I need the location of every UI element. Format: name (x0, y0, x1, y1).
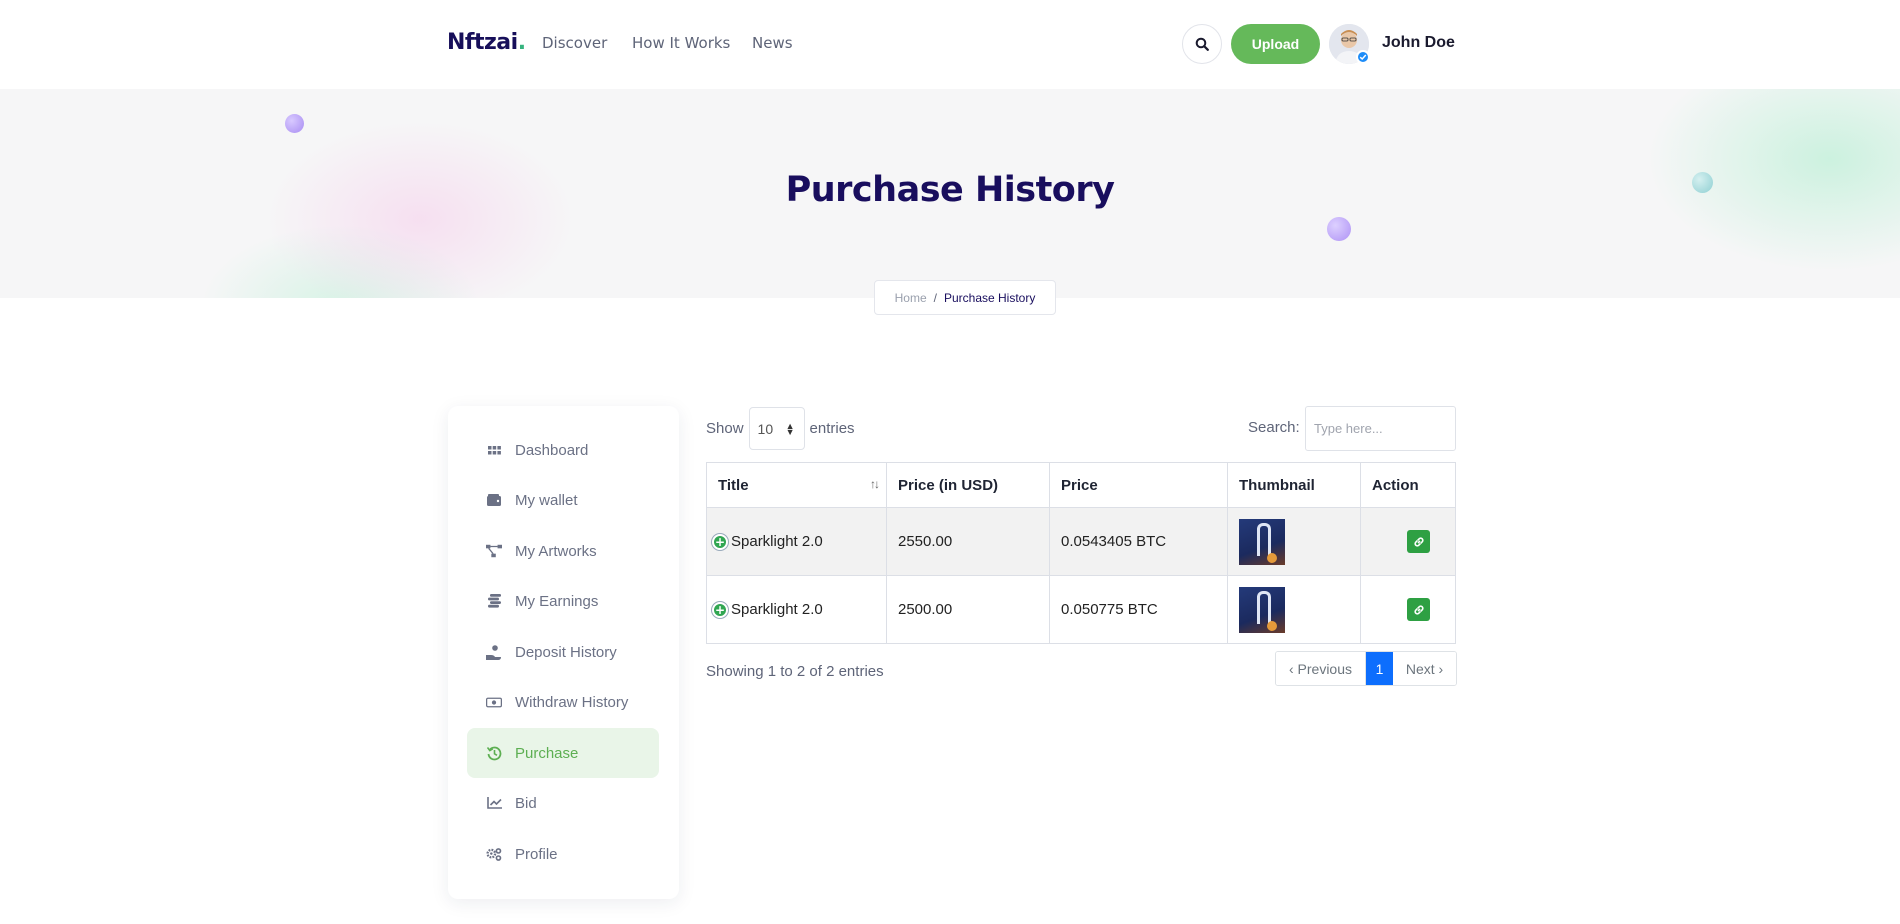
search-button[interactable] (1182, 24, 1222, 64)
cell-title: + Sparklight 2.0 (706, 507, 887, 576)
breadcrumb: Home / Purchase History (874, 280, 1056, 315)
breadcrumb-home-link[interactable]: Home (895, 291, 927, 305)
entries-select[interactable]: 10 ▲ ▼ (748, 407, 805, 450)
page-title: Purchase History (785, 170, 1115, 210)
column-header-title[interactable]: Title ↑↓ (706, 462, 887, 508)
entries-label: entries (809, 420, 855, 437)
coins-icon (486, 593, 502, 609)
cell-price: 0.050775 BTC (1049, 575, 1228, 644)
entries-select-value: 10 (757, 420, 774, 437)
cell-title: + Sparklight 2.0 (706, 575, 887, 644)
top-navbar: Nftzai. Discover How It Works News Uploa… (0, 0, 1900, 89)
nav-discover-link[interactable]: Discover (542, 34, 607, 52)
sidebar-item-purchase[interactable]: Purchase (467, 728, 659, 778)
pagination: ‹ Previous 1 Next › (1275, 651, 1457, 686)
cell-action (1360, 575, 1456, 644)
cell-thumbnail (1227, 507, 1361, 576)
column-header-price-usd[interactable]: Price (in USD) (886, 462, 1050, 508)
sidebar-item-my-wallet[interactable]: My wallet (467, 475, 659, 525)
entries-length-control: Show 10 ▲ ▼ entries (706, 407, 855, 450)
select-caret-icon: ▲ ▼ (785, 421, 795, 437)
grid-icon (486, 442, 502, 458)
view-link-button[interactable] (1407, 530, 1430, 553)
sidebar-item-label: Deposit History (515, 643, 617, 661)
sidebar-item-label: Dashboard (515, 441, 589, 459)
artwork-thumbnail[interactable] (1239, 586, 1285, 633)
sidebar-item-label: My Artworks (515, 542, 597, 560)
previous-page-button[interactable]: ‹ Previous (1276, 652, 1366, 685)
column-header-price[interactable]: Price (1049, 462, 1228, 508)
sort-icon: ↑↓ (870, 476, 880, 491)
table-search-input[interactable] (1305, 406, 1456, 451)
expand-row-icon[interactable]: + (712, 534, 728, 551)
sidebar-item-label: Profile (515, 845, 558, 863)
sidebar-item-label: My wallet (515, 491, 578, 509)
show-label: Show (706, 420, 744, 437)
sidebar-item-bid[interactable]: Bid (467, 778, 659, 828)
cell-price-usd: 2550.00 (886, 507, 1050, 576)
sidebar-item-label: My Earnings (515, 592, 599, 610)
purchase-history-table: Title ↑↓ Price (in USD) Price Thumbnail A… (706, 462, 1456, 644)
sidebar-item-label: Withdraw History (515, 693, 629, 711)
column-header-action[interactable]: Action (1360, 462, 1456, 508)
cell-action (1360, 507, 1456, 576)
table-row: + Sparklight 2.0 2550.00 0.0543405 BTC (706, 507, 1456, 576)
table-info: Showing 1 to 2 of 2 entries (706, 663, 884, 680)
sidebar-item-withdraw-history[interactable]: Withdraw History (467, 677, 659, 727)
cell-thumbnail (1227, 575, 1361, 644)
page-1-button[interactable]: 1 (1366, 652, 1393, 685)
sidebar-item-dashboard[interactable]: Dashboard (467, 425, 659, 475)
breadcrumb-separator: / (933, 290, 937, 305)
money-bill-icon (486, 694, 502, 710)
link-icon (1413, 536, 1424, 547)
cell-price-usd: 2500.00 (886, 575, 1050, 644)
user-name[interactable]: John Doe (1382, 34, 1455, 52)
nav-news-link[interactable]: News (752, 34, 793, 52)
network-icon (486, 543, 502, 559)
sidebar-item-label: Bid (515, 794, 537, 812)
chart-line-icon (486, 795, 502, 811)
decorative-bubble (285, 114, 304, 133)
sidebar-item-my-earnings[interactable]: My Earnings (467, 576, 659, 626)
view-link-button[interactable] (1407, 598, 1430, 621)
sidebar-item-profile[interactable]: Profile (467, 829, 659, 879)
history-icon (486, 745, 502, 761)
table-row: + Sparklight 2.0 2500.00 0.050775 BTC (706, 575, 1456, 644)
hand-coin-icon (486, 644, 502, 660)
sidebar-item-my-artworks[interactable]: My Artworks (467, 526, 659, 576)
table-header-row: Title ↑↓ Price (in USD) Price Thumbnail A… (706, 462, 1456, 508)
sidebar-item-label: Purchase (515, 744, 579, 762)
gears-icon (486, 846, 502, 862)
wallet-icon (486, 492, 502, 508)
next-page-button[interactable]: Next › (1393, 652, 1456, 685)
breadcrumb-current: Purchase History (943, 290, 1036, 305)
column-header-thumbnail[interactable]: Thumbnail (1227, 462, 1361, 508)
link-icon (1413, 604, 1424, 615)
upload-button[interactable]: Upload (1231, 24, 1320, 64)
search-icon (1195, 37, 1209, 51)
artwork-thumbnail[interactable] (1239, 518, 1285, 565)
cell-price: 0.0543405 BTC (1049, 507, 1228, 576)
brand-logo[interactable]: Nftzai. (447, 30, 526, 55)
verified-badge-icon (1356, 50, 1370, 64)
dashboard-sidebar: Dashboard My wallet My Artworks My Earni… (448, 406, 679, 899)
expand-row-icon[interactable]: + (712, 602, 728, 619)
nav-how-it-works-link[interactable]: How It Works (632, 34, 730, 52)
search-label: Search: (1248, 419, 1300, 436)
sidebar-item-deposit-history[interactable]: Deposit History (467, 627, 659, 677)
decorative-bubble (1327, 217, 1351, 241)
